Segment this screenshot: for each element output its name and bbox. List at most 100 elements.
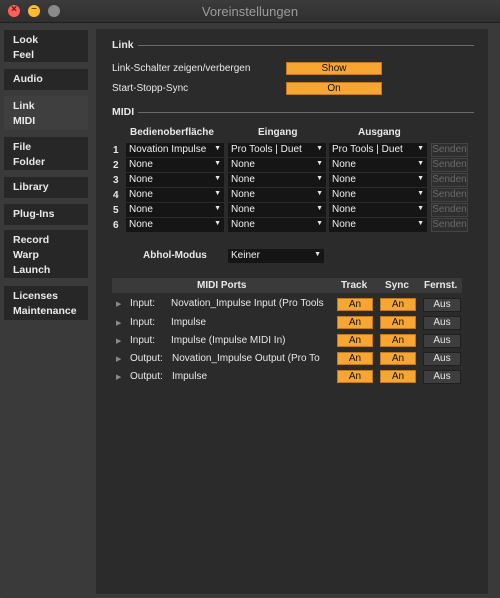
- dropdown-arrow-icon: ▼: [417, 160, 424, 167]
- expand-triangle-icon[interactable]: ▶: [116, 355, 121, 363]
- surface-select[interactable]: None ▼: [126, 158, 224, 172]
- surface-select[interactable]: None ▼: [126, 218, 224, 232]
- output-select[interactable]: None ▼: [329, 173, 427, 187]
- output-select[interactable]: None ▼: [329, 203, 427, 217]
- input-select-value: None: [231, 219, 255, 230]
- output-select[interactable]: None ▼: [329, 218, 427, 232]
- input-select[interactable]: None ▼: [228, 218, 326, 232]
- expand-triangle-icon[interactable]: ▶: [116, 337, 121, 345]
- input-select-value: None: [231, 159, 255, 170]
- ports-header-track: Track: [341, 280, 368, 291]
- surface-select-value: None: [129, 219, 153, 230]
- port-name: Impulse: [172, 371, 208, 382]
- output-select-value: None: [332, 174, 356, 185]
- remote-toggle[interactable]: Aus: [423, 298, 461, 312]
- port-direction: Output:: [130, 371, 163, 382]
- midi-row-number: 6: [113, 220, 119, 231]
- dropdown-arrow-icon: ▼: [214, 160, 221, 167]
- expand-triangle-icon[interactable]: ▶: [116, 373, 121, 381]
- sidebar-item-library[interactable]: Library: [4, 177, 88, 198]
- column-output-header: Ausgang: [358, 127, 401, 138]
- midi-row-number: 1: [113, 145, 119, 156]
- pickup-mode-value: Keiner: [231, 250, 260, 261]
- dropdown-arrow-icon: ▼: [417, 175, 424, 182]
- send-button[interactable]: Senden: [431, 173, 468, 187]
- ports-header-remote: Fernst.: [424, 280, 458, 291]
- start-stop-sync-button[interactable]: On: [286, 82, 382, 95]
- send-button[interactable]: Senden: [431, 158, 468, 172]
- surface-select-value: None: [129, 174, 153, 185]
- remote-toggle[interactable]: Aus: [423, 316, 461, 330]
- column-surface-header: Bedienoberfläche: [130, 127, 214, 138]
- sidebar-item-link-midi[interactable]: Link MIDI: [4, 96, 88, 130]
- track-toggle[interactable]: An: [337, 298, 373, 311]
- track-toggle[interactable]: An: [337, 334, 373, 347]
- title-bar: × – Voreinstellungen: [0, 0, 500, 23]
- track-toggle[interactable]: An: [337, 316, 373, 329]
- midi-row-number: 3: [113, 175, 119, 186]
- input-select-value: None: [231, 174, 255, 185]
- link-toggle-button[interactable]: Show: [286, 62, 382, 75]
- input-select[interactable]: None ▼: [228, 173, 326, 187]
- sync-toggle[interactable]: An: [380, 370, 416, 383]
- preferences-window: × – Voreinstellungen Look Feel Audio Lin…: [0, 0, 500, 598]
- surface-select[interactable]: Novation Impulse ▼: [126, 143, 224, 157]
- send-button[interactable]: Senden: [431, 203, 468, 217]
- track-toggle[interactable]: An: [337, 352, 373, 365]
- send-button[interactable]: Senden: [431, 218, 468, 232]
- port-direction: Input:: [130, 317, 156, 328]
- dropdown-arrow-icon: ▼: [417, 205, 424, 212]
- surface-select[interactable]: None ▼: [126, 203, 224, 217]
- surface-select[interactable]: None ▼: [126, 188, 224, 202]
- sidebar-item-plug-ins[interactable]: Plug-Ins: [4, 204, 88, 225]
- link-divider: [138, 45, 474, 46]
- dropdown-arrow-icon: ▼: [316, 220, 323, 227]
- port-name: Impulse (Impulse MIDI In): [171, 335, 286, 346]
- input-select-value: Pro Tools | Duet: [231, 144, 302, 155]
- sync-toggle[interactable]: An: [380, 298, 416, 311]
- port-direction: Input:: [130, 298, 156, 309]
- track-toggle[interactable]: An: [337, 370, 373, 383]
- sidebar-item-audio[interactable]: Audio: [4, 69, 88, 90]
- output-select[interactable]: None ▼: [329, 158, 427, 172]
- surface-select[interactable]: None ▼: [126, 173, 224, 187]
- input-select[interactable]: None ▼: [228, 188, 326, 202]
- midi-ports-header: [112, 278, 462, 293]
- input-select-value: None: [231, 204, 255, 215]
- input-select[interactable]: Pro Tools | Duet ▼: [228, 143, 326, 157]
- send-button[interactable]: Senden: [431, 188, 468, 202]
- dropdown-arrow-icon: ▼: [214, 175, 221, 182]
- surface-select-value: Novation Impulse: [129, 144, 207, 155]
- sync-toggle[interactable]: An: [380, 352, 416, 365]
- output-select[interactable]: None ▼: [329, 188, 427, 202]
- sidebar-item-licenses-maintenance[interactable]: Licenses Maintenance: [4, 286, 88, 320]
- ports-header-sync: Sync: [385, 280, 409, 291]
- sidebar-item-file-folder[interactable]: File Folder: [4, 137, 88, 170]
- port-direction: Input:: [130, 335, 156, 346]
- port-name: Impulse: [171, 317, 207, 328]
- output-select-value: None: [332, 189, 356, 200]
- output-select[interactable]: Pro Tools | Duet ▼: [329, 143, 427, 157]
- port-name: Novation_Impulse Input (Pro Tools: [171, 298, 324, 309]
- remote-toggle[interactable]: Aus: [423, 370, 461, 384]
- expand-triangle-icon[interactable]: ▶: [116, 300, 121, 308]
- section-link-heading: Link: [112, 39, 134, 51]
- output-select-value: None: [332, 204, 356, 215]
- dropdown-arrow-icon: ▼: [214, 145, 221, 152]
- remote-toggle[interactable]: Aus: [423, 352, 461, 366]
- dropdown-arrow-icon: ▼: [417, 145, 424, 152]
- sidebar-item-look-feel[interactable]: Look Feel: [4, 30, 88, 62]
- input-select[interactable]: None ▼: [228, 203, 326, 217]
- pickup-mode-select[interactable]: Keiner ▼: [228, 249, 324, 263]
- remote-toggle[interactable]: Aus: [423, 334, 461, 348]
- send-button[interactable]: Senden: [431, 143, 468, 157]
- input-select[interactable]: None ▼: [228, 158, 326, 172]
- sidebar-item-record-warp-launch[interactable]: Record Warp Launch: [4, 230, 88, 278]
- sync-toggle[interactable]: An: [380, 316, 416, 329]
- expand-triangle-icon[interactable]: ▶: [116, 319, 121, 327]
- input-select-value: None: [231, 189, 255, 200]
- sync-toggle[interactable]: An: [380, 334, 416, 347]
- column-input-header: Eingang: [258, 127, 298, 138]
- dropdown-arrow-icon: ▼: [417, 190, 424, 197]
- dropdown-arrow-icon: ▼: [316, 145, 323, 152]
